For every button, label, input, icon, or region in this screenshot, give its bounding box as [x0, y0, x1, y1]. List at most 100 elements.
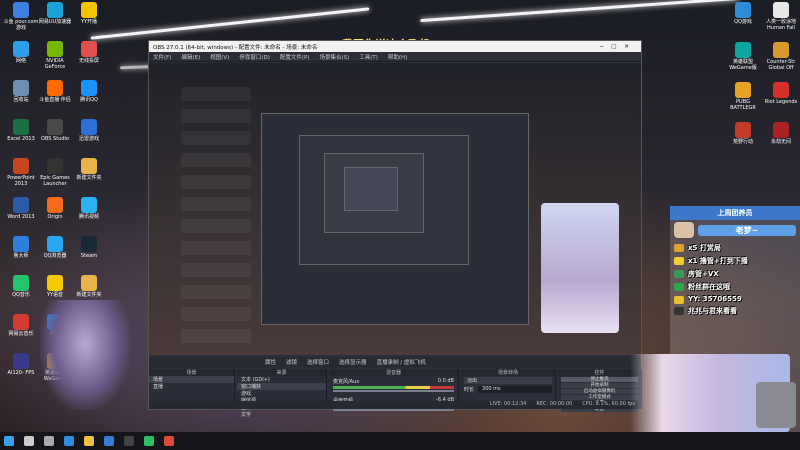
- menu-item[interactable]: 视图(V): [210, 53, 229, 61]
- gift-row: x5 打赏局: [670, 240, 800, 253]
- store-icon[interactable]: [104, 436, 114, 446]
- desktop-icon[interactable]: 网络: [2, 41, 40, 65]
- desktop-icon[interactable]: 新建文件夹: [70, 275, 108, 299]
- desktop-icon[interactable]: 腾讯视频: [70, 197, 108, 221]
- windows-start-icon[interactable]: [4, 436, 14, 446]
- source-item[interactable]: 游戏: [237, 390, 326, 397]
- source-item[interactable]: 文字: [237, 411, 326, 418]
- app-icon: [81, 41, 97, 57]
- desktop-icon[interactable]: YY开播: [70, 2, 108, 26]
- desktop-icon[interactable]: 斗鱼直播 伴侣: [36, 80, 74, 104]
- control-button[interactable]: 开始录制: [561, 383, 638, 388]
- volume-slider[interactable]: [333, 409, 454, 411]
- desktop-icon[interactable]: 人类一败涂地 Human Fall: [762, 2, 800, 32]
- desktop-icon[interactable]: PUBG BATTLEGR: [724, 82, 762, 112]
- desktop-icon[interactable]: 网易云音乐: [2, 314, 40, 338]
- desktop-icon[interactable]: 网易UU加速器: [36, 2, 74, 26]
- obs-preview-canvas[interactable]: [149, 63, 641, 355]
- app-icon: [47, 119, 63, 135]
- app-icon: [735, 82, 751, 98]
- search-icon[interactable]: [24, 436, 34, 446]
- toolbar-tab[interactable]: 滤镜: [286, 358, 297, 366]
- menu-item[interactable]: 编辑(E): [181, 53, 200, 61]
- desktop-icon[interactable]: Steam: [70, 236, 108, 260]
- control-button[interactable]: 工作室模式: [561, 395, 638, 400]
- gift-row: x1 撸管+打到下播: [670, 253, 800, 266]
- app-icon: [13, 80, 29, 96]
- desktop-icon[interactable]: 鲁大师: [2, 236, 40, 260]
- wechat-icon[interactable]: [144, 436, 154, 446]
- desktop-icon[interactable]: Excel 2013: [2, 119, 40, 143]
- menu-item[interactable]: 场景集合(S): [319, 53, 349, 61]
- control-button[interactable]: 停止推流: [561, 377, 638, 382]
- control-button[interactable]: 启动虚拟摄像机: [561, 389, 638, 394]
- toolbar-tab[interactable]: 直播录制 / 虚拟飞机: [377, 358, 426, 366]
- desktop-icon[interactable]: 回收站: [2, 80, 40, 104]
- desktop-icon[interactable]: 永劫无间: [762, 122, 800, 146]
- toolbar-tab[interactable]: 属性: [265, 358, 276, 366]
- edge-icon[interactable]: [64, 436, 74, 446]
- desktop-icon[interactable]: 腾讯QQ: [70, 80, 108, 104]
- volume-slider[interactable]: [333, 390, 454, 392]
- desktop-icon[interactable]: Word 2013: [2, 197, 40, 221]
- desktop-icon[interactable]: PowerPoint 2013: [2, 158, 40, 188]
- duration-input[interactable]: 300 ms: [478, 386, 552, 393]
- explorer-icon[interactable]: [84, 436, 94, 446]
- desktop-icon-label: 腾讯QQ: [80, 97, 98, 103]
- desktop-icon-label: QQ浏览器: [43, 253, 67, 259]
- chrome-icon[interactable]: [164, 436, 174, 446]
- gift-text: YY: 35706559: [688, 295, 742, 303]
- desktop-icon[interactable]: OBS Studio: [36, 119, 74, 143]
- gift-row: 粉丝群在这哦: [670, 279, 800, 292]
- app-icon: [13, 275, 29, 291]
- desktop-icon[interactable]: QQ音乐: [2, 275, 40, 299]
- desktop-icon-label: 无线投屏: [78, 58, 99, 64]
- desktop-icon[interactable]: 新建文件夹: [70, 158, 108, 182]
- desktop-icon-label: 新建文件夹: [76, 292, 102, 298]
- desktop-icon[interactable]: QQ浏览器: [36, 236, 74, 260]
- task-view-icon[interactable]: [44, 436, 54, 446]
- desktop-icon[interactable]: Riot Legends: [762, 82, 800, 106]
- app-icon: [47, 80, 63, 96]
- desktop-icon[interactable]: Counter-Str Global Off: [762, 42, 800, 72]
- menu-item[interactable]: 工具(T): [359, 53, 378, 61]
- menu-item[interactable]: 配置文件(P): [280, 53, 310, 61]
- source-item[interactable]: 文本 (GDI+): [237, 376, 326, 383]
- menu-item[interactable]: 停靠窗口(D): [239, 53, 270, 61]
- desktop-icon[interactable]: Origin: [36, 197, 74, 221]
- scenes-list: 场景 直播: [149, 376, 234, 390]
- obs-titlebar[interactable]: OBS 27.0.1 (64-bit, windows) - 配置文件: 未命名…: [149, 41, 641, 52]
- sources-list: 文本 (GDI+)窗口捕获游戏媒体源图片文字: [237, 376, 326, 418]
- gift-text: 房管+VX: [688, 270, 719, 278]
- mixer-channel: 麦克风/Aux 0.0 dB: [329, 376, 458, 395]
- desktop-icon[interactable]: 无线投屏: [70, 41, 108, 65]
- obs-icon[interactable]: [124, 436, 134, 446]
- desktop-icon-label: PowerPoint 2013: [7, 175, 35, 187]
- desktop-icon[interactable]: YY语音: [36, 275, 74, 299]
- desktop-icon[interactable]: NVIDIA GeForce: [36, 41, 74, 71]
- desktop-icon[interactable]: 迅雷游戏: [70, 119, 108, 143]
- desktop-icon[interactable]: QQ游戏: [724, 2, 762, 26]
- gift-row: YY: 35706559: [670, 292, 800, 304]
- menu-item[interactable]: 文件(F): [153, 53, 171, 61]
- toolbar-tab[interactable]: 选择显示器: [339, 358, 367, 366]
- desktop-icon-label: NVIDIA GeForce: [44, 58, 66, 70]
- scene-item[interactable]: 直播: [149, 383, 234, 390]
- desktop-icon[interactable]: Epic Games Launcher: [36, 158, 74, 188]
- desktop-icon[interactable]: AI120- FPS: [2, 353, 40, 377]
- close-icon[interactable]: ✕: [624, 44, 637, 50]
- transition-select[interactable]: 淡出: [464, 377, 552, 384]
- desktop-icon[interactable]: 英雄联盟 WeGame版: [724, 42, 762, 72]
- desktop-icon-label: Excel 2013: [7, 136, 35, 142]
- menu-item[interactable]: 帮助(H): [388, 53, 407, 61]
- minimize-icon[interactable]: ─: [600, 44, 611, 50]
- desktop-icon-label: Counter-Str Global Off: [766, 59, 796, 71]
- maximize-icon[interactable]: □: [611, 44, 624, 50]
- scene-item[interactable]: 场景: [149, 376, 234, 383]
- desktop-icon[interactable]: 斗鱼 pour.com 游戏: [2, 2, 40, 32]
- toolbar-tab[interactable]: 选择窗口: [307, 358, 329, 366]
- desktop-icon[interactable]: 荒野行动: [724, 122, 762, 146]
- source-item[interactable]: 窗口捕获: [237, 383, 326, 390]
- obs-source-toolbar: 属性 滤镜 选择窗口 选择显示器 直播录制 / 虚拟飞机: [149, 357, 641, 367]
- app-icon: [735, 2, 751, 18]
